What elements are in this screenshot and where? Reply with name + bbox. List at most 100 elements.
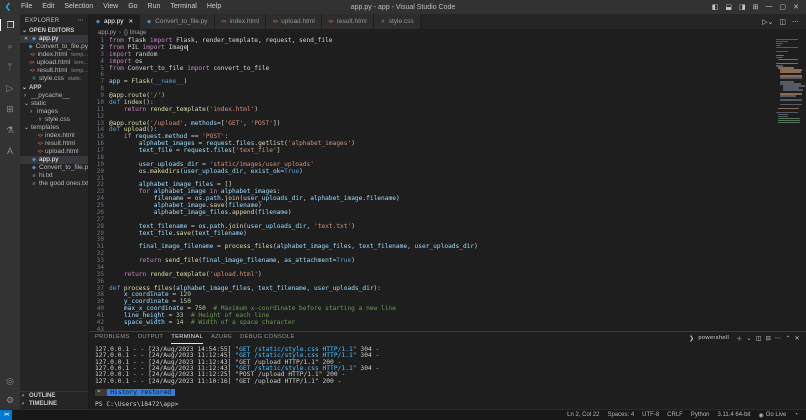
explorer-sidebar: EXPLORER ⋯ ⌄ OPEN EDITORS ✕ ◆ app.py ◆ Conv… xyxy=(20,14,89,409)
remote-indicator[interactable]: >< xyxy=(0,410,13,420)
close-panel-icon[interactable]: ✕ xyxy=(795,335,800,342)
tree-item[interactable]: ◆ Convert_to_file.py xyxy=(20,164,88,172)
tab-upload.html[interactable]: <> upload.html xyxy=(266,14,322,29)
code-editor[interactable]: 1 from flask import Flask, render_templat… xyxy=(89,37,773,331)
code-line: 38 x_coordinate = 129 xyxy=(89,291,773,299)
tab-app.py[interactable]: ◆ app.py ✕ xyxy=(89,14,141,29)
breadcrumb-item[interactable]: {} Image xyxy=(124,30,146,36)
status-notifications-bell[interactable]: ◔ xyxy=(794,412,798,418)
split-terminal-icon[interactable]: ◫ xyxy=(756,335,762,342)
sidebar-section-timeline[interactable]: › TIMELINE xyxy=(20,400,88,408)
tree-item[interactable]: # style.css xyxy=(20,116,88,124)
open-editor-item[interactable]: <> result.html temp... xyxy=(20,67,88,75)
terminal-dropdown-icon[interactable]: ⌄ xyxy=(746,335,751,342)
tree-item[interactable]: ≡ hi.txt xyxy=(20,172,88,180)
tab-style.css[interactable]: # style.css xyxy=(373,14,421,29)
menu-edit[interactable]: Edit xyxy=(37,0,59,14)
status-indentation[interactable]: Spaces: 4 xyxy=(607,412,634,418)
shell-selector[interactable]: powershell xyxy=(698,335,729,341)
new-terminal-icon[interactable]: ＋ xyxy=(736,334,742,343)
tree-item[interactable]: <> result.html xyxy=(20,140,88,148)
kill-terminal-icon[interactable]: ⊟ xyxy=(766,335,771,342)
panel-tab-debug-console[interactable]: DEBUG CONSOLE xyxy=(240,332,294,344)
menu-terminal[interactable]: Terminal xyxy=(165,0,201,14)
terminal[interactable]: 127.0.0.1 - - [23/Aug/2023 14:54:55] "GE… xyxy=(89,344,806,409)
tree-item-label: hi.txt xyxy=(39,172,53,179)
log-status: 200 - xyxy=(318,377,342,385)
close-icon[interactable]: ✕ xyxy=(129,19,134,25)
menu-help[interactable]: Help xyxy=(202,0,226,14)
open-editor-item[interactable]: <> upload.html tem... xyxy=(20,59,88,67)
accounts-icon[interactable]: ◎ xyxy=(1,375,20,387)
sidebar-section-outline[interactable]: › OUTLINE xyxy=(20,392,88,400)
tree-item[interactable]: <> index.html xyxy=(20,132,88,140)
menu-run[interactable]: Run xyxy=(143,0,166,14)
line-number: 8 xyxy=(100,85,104,93)
status-python-interpreter[interactable]: 3.11.4 64-bit xyxy=(718,412,751,418)
status-go-live[interactable]: ◉ Go Live xyxy=(758,412,786,419)
tree-item[interactable]: <> upload.html xyxy=(20,148,88,156)
status-language-mode[interactable]: Python xyxy=(691,412,710,418)
settings-icon[interactable]: ⚙ xyxy=(1,394,20,406)
close-icon[interactable]: ✕ xyxy=(793,3,799,11)
run-debug-icon[interactable]: ▷ xyxy=(1,82,20,94)
status-eol[interactable]: CRLF xyxy=(667,412,683,418)
toggle-primary-sidebar-icon[interactable]: ◧ xyxy=(712,3,719,11)
open-editor-detail: static xyxy=(67,76,81,82)
run-python-file-icon[interactable]: ▷⌄ xyxy=(762,18,773,26)
more-actions-icon[interactable]: ⋯ xyxy=(792,18,799,26)
code-line: 33 return send_file(final_image_filename… xyxy=(89,257,773,265)
open-editors-header[interactable]: ⌄ OPEN EDITORS xyxy=(20,26,88,35)
title-bar: ❮ File Edit Selection View Go Run Terminal Help… xyxy=(0,0,806,14)
panel-tab-problems[interactable]: PROBLEMS xyxy=(95,332,130,344)
code-token: return xyxy=(123,270,150,278)
tree-item[interactable]: ◆ app.py xyxy=(20,156,88,164)
sidebar-more-actions-icon[interactable]: ⋯ xyxy=(78,17,84,24)
tree-item[interactable]: › images xyxy=(20,108,88,116)
close-icon[interactable]: ✕ xyxy=(24,35,29,43)
minimap[interactable] xyxy=(773,37,806,331)
source-control-icon[interactable]: ᛘ xyxy=(1,61,20,73)
status-cursor-position[interactable]: Ln 2, Col 22 xyxy=(567,412,599,418)
minimize-icon[interactable]: — xyxy=(766,3,773,11)
code-line: 31 final_image_filename = process_files(… xyxy=(89,243,773,251)
breadcrumb-item[interactable]: app.py xyxy=(98,30,116,36)
testing-icon[interactable]: ⚗ xyxy=(1,124,20,136)
customize-layout-icon[interactable]: ⊞ xyxy=(753,3,759,11)
explorer-icon[interactable]: ❐ xyxy=(0,19,20,31)
search-icon[interactable]: ⌕ xyxy=(1,40,20,52)
menu-go[interactable]: Go xyxy=(123,0,142,14)
extensions-icon[interactable]: ⊞ xyxy=(1,103,20,115)
html-file-icon: <> xyxy=(328,18,334,25)
status-encoding[interactable]: UTF-8 xyxy=(642,412,659,418)
maximize-panel-icon[interactable]: ⌃ xyxy=(785,335,790,342)
tab-Convert_to_file.py[interactable]: ◆ Convert_to_file.py xyxy=(140,14,215,29)
tree-item[interactable]: ⌄ static xyxy=(20,100,88,108)
toggle-secondary-sidebar-icon[interactable]: ◨ xyxy=(739,3,746,11)
panel-tab-output[interactable]: OUTPUT xyxy=(138,332,164,344)
more-actions-icon[interactable]: ⋯ xyxy=(775,335,781,342)
code-token: request xyxy=(183,147,210,154)
open-editor-item[interactable]: <> index.html temp... xyxy=(20,51,88,59)
tab-index.html[interactable]: <> index.html xyxy=(214,14,267,29)
tree-item-label: index.html xyxy=(45,132,75,139)
split-editor-icon[interactable]: ◫ xyxy=(779,18,786,26)
code-token: filename xyxy=(366,195,396,203)
tree-item[interactable]: › __pycache__ xyxy=(20,92,88,100)
menu-file[interactable]: File xyxy=(16,0,37,14)
toggle-panel-icon[interactable]: ⬓ xyxy=(725,3,732,11)
menu-view[interactable]: View xyxy=(98,0,123,14)
tree-item[interactable]: ≡ the good ones.txt xyxy=(20,180,88,188)
restore-icon[interactable]: ▢ xyxy=(780,3,787,11)
panel-tab-azure[interactable]: AZURE xyxy=(211,332,232,344)
tree-item[interactable]: ⌄ templates xyxy=(20,124,88,132)
workspace-header[interactable]: ⌄ APP xyxy=(20,83,88,92)
open-editor-item[interactable]: ✕ ◆ app.py xyxy=(20,35,88,43)
azure-icon[interactable]: A xyxy=(1,145,20,157)
open-editor-item[interactable]: ◆ Convert_to_file.py xyxy=(20,43,88,51)
tab-result.html[interactable]: <> result.html xyxy=(321,14,374,29)
panel-tab-terminal[interactable]: TERMINAL xyxy=(171,332,203,344)
open-editor-item[interactable]: # style.css static xyxy=(20,75,88,83)
menu-selection[interactable]: Selection xyxy=(59,0,98,14)
